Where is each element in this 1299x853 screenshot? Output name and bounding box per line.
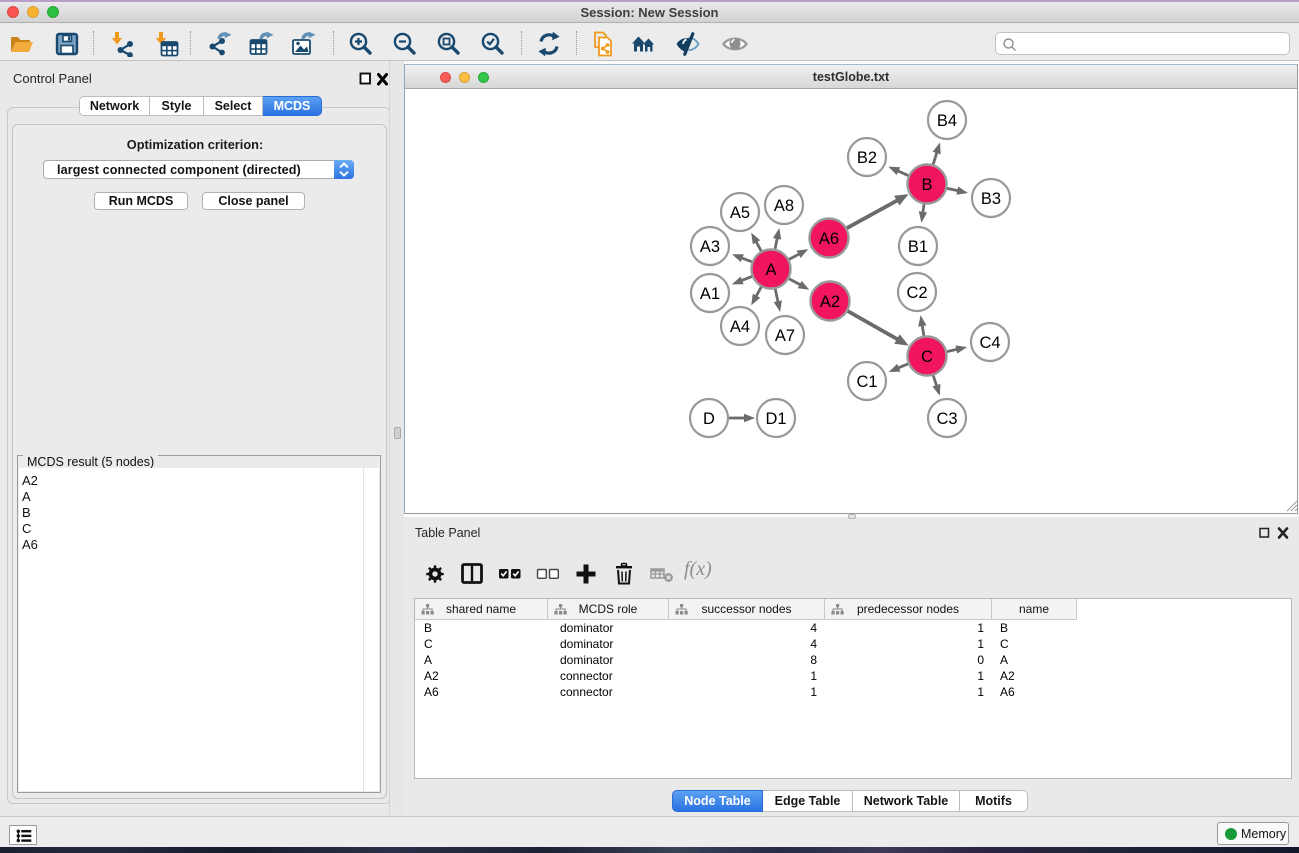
svg-text:C2: C2 [906,284,927,302]
svg-text:A3: A3 [700,238,720,256]
svg-text:B3: B3 [981,190,1001,208]
svg-text:B: B [921,176,932,194]
svg-text:B1: B1 [908,238,928,256]
svg-text:A7: A7 [775,327,795,345]
svg-text:A: A [765,261,776,279]
svg-text:A4: A4 [730,318,750,336]
svg-text:B4: B4 [937,112,957,130]
svg-text:C4: C4 [979,334,1000,352]
svg-text:A2: A2 [820,293,840,311]
svg-text:A8: A8 [774,197,794,215]
svg-text:C1: C1 [856,373,877,391]
svg-text:C3: C3 [936,410,957,428]
svg-text:D: D [703,410,715,428]
svg-text:C: C [921,348,933,366]
svg-text:A1: A1 [700,285,720,303]
svg-text:B2: B2 [857,149,877,167]
svg-text:A5: A5 [730,204,750,222]
svg-text:D1: D1 [765,410,786,428]
svg-text:A6: A6 [819,230,839,248]
